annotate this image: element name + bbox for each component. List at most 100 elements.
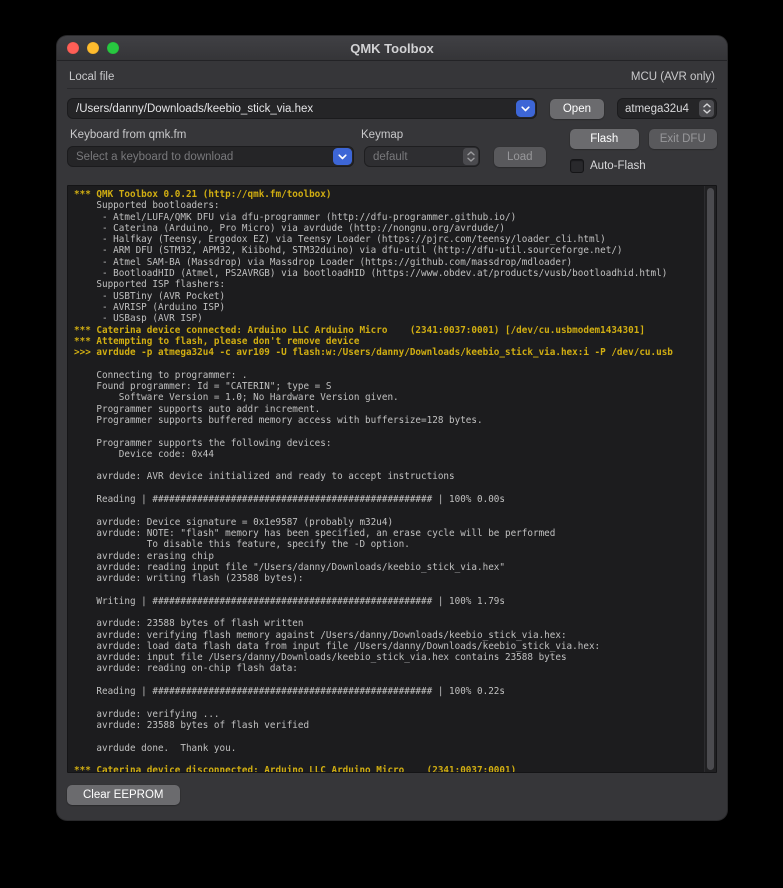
console-line: avrdude: AVR device initialized and read… [74,471,700,482]
console-line [74,505,700,516]
console-line [74,358,700,369]
keyboard-select[interactable]: Select a keyboard to download [67,146,354,167]
console-line: avrdude: verifying ... [74,709,700,720]
console-line: - USBasp (AVR ISP) [74,313,700,324]
close-window-button[interactable] [67,42,79,54]
mcu-label: MCU (AVR only) [631,71,715,83]
console-line: - BootloadHID (Atmel, PS2AVRGB) via boot… [74,268,700,279]
console-log[interactable]: *** QMK Toolbox 0.0.21 (http://qmk.fm/to… [67,185,717,773]
flash-button[interactable]: Flash [570,129,639,149]
bottom-row: Clear EEPROM [67,785,717,805]
console-line: - ARM DFU (STM32, APM32, Kiibohd, STM32d… [74,245,700,256]
section-header-row: Local file MCU (AVR only) [67,69,717,89]
console-line: avrdude: 23588 bytes of flash written [74,618,700,629]
mcu-select[interactable]: atmega32u4 [617,98,717,119]
minimize-window-button[interactable] [87,42,99,54]
local-file-label: Local file [69,71,114,83]
console-line: Software Version = 1.0; No Hardware Vers… [74,392,700,403]
console-line [74,731,700,742]
console-line: avrdude done. Thank you. [74,743,700,754]
console-line [74,754,700,765]
chevron-up-icon [467,151,475,156]
console-line [74,584,700,595]
console-line [74,483,700,494]
console-line: Programmer supports the following device… [74,438,700,449]
keyboard-combo-dropdown-button[interactable] [333,148,352,165]
chevron-down-icon [467,157,475,162]
console-line: Device code: 0x44 [74,449,700,460]
console-line: Found programmer: Id = "CATERIN"; type =… [74,381,700,392]
file-path-value: /Users/danny/Downloads/keebio_stick_via.… [68,103,516,115]
flash-column: Flash Exit DFU Auto-Flash [570,129,717,173]
console-line: avrdude: verifying flash memory against … [74,630,700,641]
keymap-select[interactable]: default [364,146,480,167]
console-line: Supported bootloaders: [74,200,700,211]
console-line: avrdude: 23588 bytes of flash verified [74,720,700,731]
console-line: - Halfkay (Teensy, Ergodox EZ) via Teens… [74,234,700,245]
console-line: avrdude: load data flash data from input… [74,641,700,652]
traffic-lights [67,36,119,60]
console-line: Reading | ##############################… [74,686,700,697]
console-line: To disable this feature, specify the -D … [74,539,700,550]
console-line [74,607,700,618]
keyboard-row: Keyboard from qmk.fm Keymap Select a key… [67,129,717,173]
keymap-popup-arrows [463,148,478,165]
console-line: Programmer supports buffered memory acce… [74,415,700,426]
console-line: avrdude: reading on-chip flash data: [74,663,700,674]
keyboard-labels-row: Keyboard from qmk.fm Keymap [70,129,552,141]
console-line: *** Caterina device disconnected: Arduin… [74,765,700,773]
console-line: *** Attempting to flash, please don't re… [74,336,700,347]
console-line: *** Caterina device connected: Arduino L… [74,325,700,336]
console-line: - USBTiny (AVR Pocket) [74,291,700,302]
console-line [74,697,700,708]
console-line: Reading | ##############################… [74,494,700,505]
open-button[interactable]: Open [550,99,604,119]
keyboard-select-placeholder: Select a keyboard to download [68,151,333,163]
console-line: Programmer supports auto addr increment. [74,404,700,415]
console-scrollbar[interactable] [704,186,716,772]
console-line: Writing | ##############################… [74,596,700,607]
zoom-window-button[interactable] [107,42,119,54]
auto-flash-checkbox[interactable] [570,159,584,173]
file-path-combo[interactable]: /Users/danny/Downloads/keebio_stick_via.… [67,98,537,119]
console-line: avrdude: input file /Users/danny/Downloa… [74,652,700,663]
console-line: - AVRISP (Arduino ISP) [74,302,700,313]
chevron-down-icon [703,109,711,114]
console-line: Connecting to programmer: . [74,370,700,381]
keymap-select-value: default [365,151,463,163]
console-line: avrdude: writing flash (23588 bytes): [74,573,700,584]
qmk-toolbox-window: QMK Toolbox Local file MCU (AVR only) /U… [57,36,727,820]
console-line: avrdude: reading input file "/Users/dann… [74,562,700,573]
mcu-stepper[interactable] [699,100,714,117]
chevron-up-icon [703,103,711,108]
scrollbar-thumb[interactable] [707,188,714,770]
console-line [74,675,700,686]
file-row: /Users/danny/Downloads/keebio_stick_via.… [67,98,717,119]
window-title: QMK Toolbox [350,41,434,56]
flash-buttons-row: Flash Exit DFU [570,129,717,149]
exit-dfu-button[interactable]: Exit DFU [649,129,718,149]
console-line: - Atmel/LUFA/QMK DFU via dfu-programmer … [74,212,700,223]
titlebar[interactable]: QMK Toolbox [57,36,727,61]
keyboard-label: Keyboard from qmk.fm [70,129,361,141]
keyboard-controls-row: Select a keyboard to download default Lo… [67,146,552,167]
auto-flash-label: Auto-Flash [590,160,646,172]
clear-eeprom-button[interactable]: Clear EEPROM [67,785,180,805]
console-line: >>> avrdude -p atmega32u4 -c avr109 -U f… [74,347,700,358]
console-line: - Atmel SAM-BA (Massdrop) via Massdrop L… [74,257,700,268]
load-button[interactable]: Load [494,147,546,167]
console-line: - Caterina (Arduino, Pro Micro) via avrd… [74,223,700,234]
console-lines: *** QMK Toolbox 0.0.21 (http://qmk.fm/to… [68,186,716,773]
console-line [74,460,700,471]
keymap-label: Keymap [361,129,403,141]
mcu-value: atmega32u4 [618,103,699,115]
console-line: avrdude: Device signature = 0x1e9587 (pr… [74,517,700,528]
file-combo-dropdown-button[interactable] [516,100,535,117]
keyboard-column: Keyboard from qmk.fm Keymap Select a key… [67,129,552,173]
console-line: *** QMK Toolbox 0.0.21 (http://qmk.fm/to… [74,189,700,200]
console-line [74,426,700,437]
console-line: Supported ISP flashers: [74,279,700,290]
chevron-down-icon [521,106,530,112]
chevron-down-icon [338,154,347,160]
console-line: avrdude: erasing chip [74,551,700,562]
